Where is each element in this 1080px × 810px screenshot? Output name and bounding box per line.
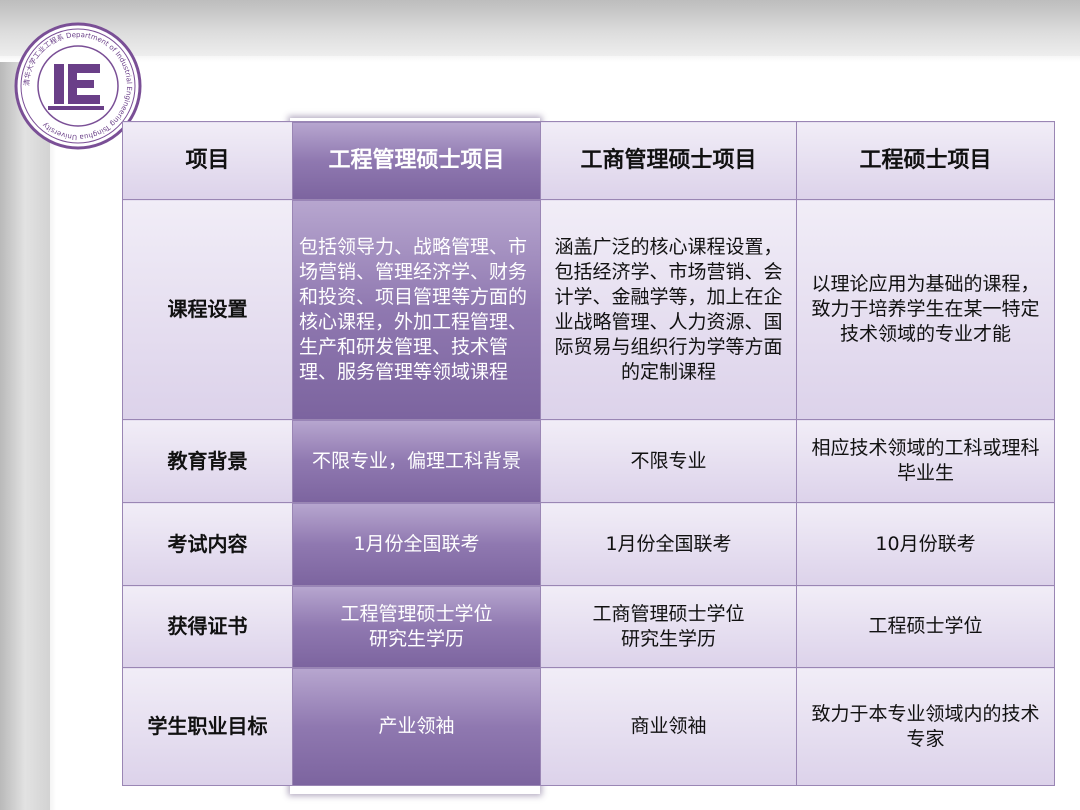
row-label: 教育背景: [122, 419, 293, 503]
cell-mem: 包括领导力、战略管理、市场营销、管理经济学、财务和投资、项目管理等方面的核心课程…: [292, 199, 541, 420]
cell-meng: 相应技术领域的工科或理科毕业生: [796, 419, 1055, 503]
cell-mba: 1月份全国联考: [540, 502, 797, 586]
row-label: 获得证书: [122, 585, 293, 668]
row-label: 学生职业目标: [122, 667, 293, 786]
table-row: 考试内容 1月份全国联考 1月份全国联考 10月份联考: [122, 502, 1055, 586]
table-row: 学生职业目标 产业领袖 商业领袖 致力于本专业领域内的技术专家: [122, 667, 1055, 786]
table-row: 课程设置 包括领导力、战略管理、市场营销、管理经济学、财务和投资、项目管理等方面…: [122, 199, 1055, 420]
row-label: 考试内容: [122, 502, 293, 586]
comparison-table: 项目 工程管理硕士项目 工商管理硕士项目 工程硕士项目 课程设置 包括领导力、战…: [122, 121, 1055, 786]
cell-meng: 工程硕士学位: [796, 585, 1055, 668]
cell-meng: 以理论应用为基础的课程，致力于培养学生在某一特定技术领域的专业才能: [796, 199, 1055, 420]
table-row: 获得证书 工程管理硕士学位 研究生学历 工商管理硕士学位 研究生学历 工程硕士学…: [122, 585, 1055, 668]
header-mba: 工商管理硕士项目: [540, 121, 797, 200]
header-item: 项目: [122, 121, 293, 200]
row-label: 课程设置: [122, 199, 293, 420]
table-row: 教育背景 不限专业，偏理工科背景 不限专业 相应技术领域的工科或理科毕业生: [122, 419, 1055, 503]
cell-mem: 1月份全国联考: [292, 502, 541, 586]
top-decor-band: [0, 0, 1080, 62]
cell-meng: 致力于本专业领域内的技术专家: [796, 667, 1055, 786]
cell-mba: 工商管理硕士学位 研究生学历: [540, 585, 797, 668]
cell-mba: 涵盖广泛的核心课程设置，包括经济学、市场营销、会计学、金融学等，加上在企业战略管…: [540, 199, 797, 420]
cell-mem: 工程管理硕士学位 研究生学历: [292, 585, 541, 668]
cell-mem: 产业领袖: [292, 667, 541, 786]
cell-meng: 10月份联考: [796, 502, 1055, 586]
cell-mem: 不限专业，偏理工科背景: [292, 419, 541, 503]
header-meng: 工程硕士项目: [796, 121, 1055, 200]
cell-mba: 不限专业: [540, 419, 797, 503]
header-mem: 工程管理硕士项目: [292, 121, 541, 200]
cell-mba: 商业领袖: [540, 667, 797, 786]
table-header-row: 项目 工程管理硕士项目 工商管理硕士项目 工程硕士项目: [122, 121, 1055, 200]
